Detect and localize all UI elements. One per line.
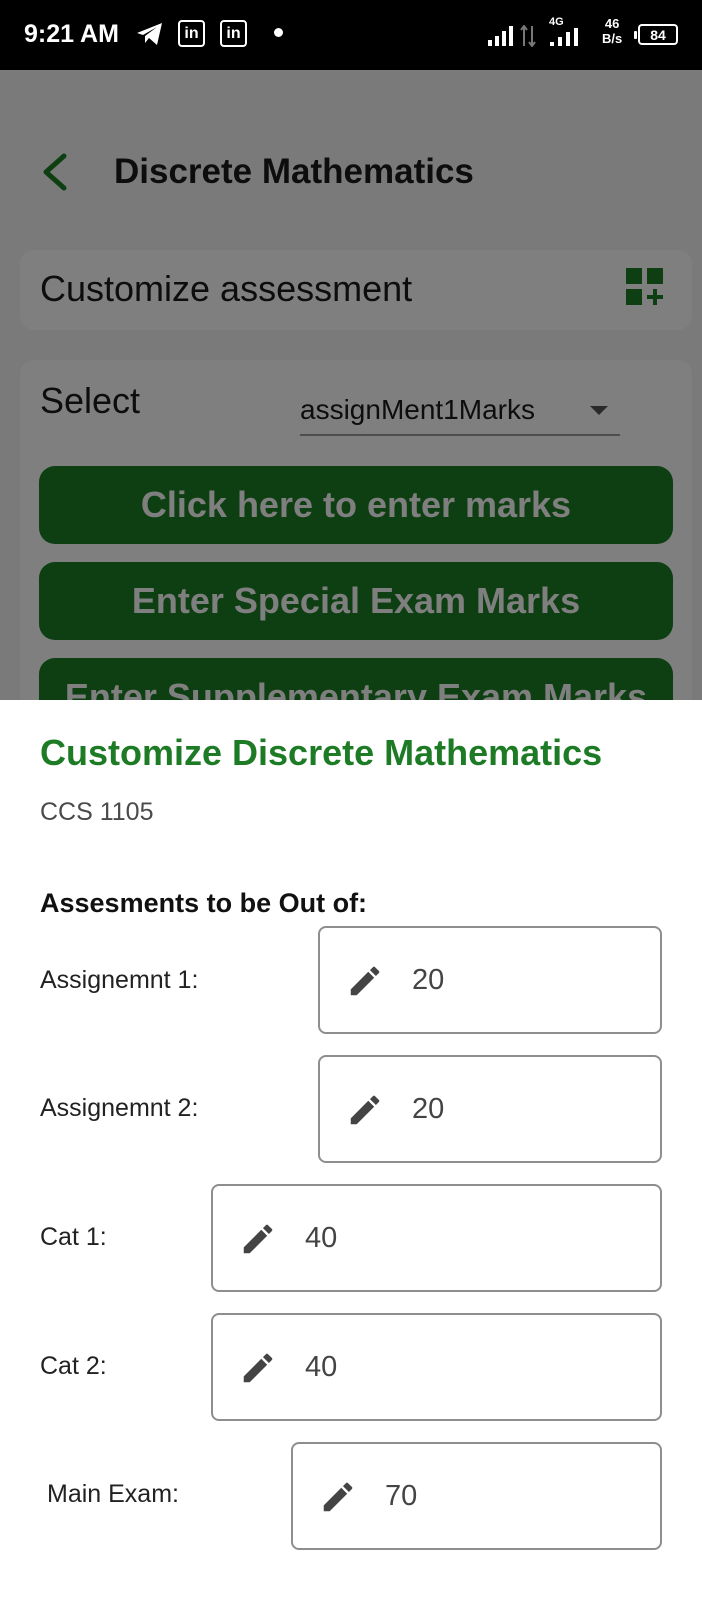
assignment-1-input[interactable]: 20: [318, 926, 662, 1034]
cat-2-label: Cat 2:: [40, 1352, 107, 1380]
data-arrows-icon: [520, 25, 536, 47]
assignment-2-value: 20: [412, 1093, 445, 1125]
cat-1-input[interactable]: 40: [211, 1184, 662, 1292]
cat-2-input[interactable]: 40: [211, 1313, 662, 1421]
course-code: CCS 1105: [40, 798, 154, 826]
network-type-label: 4G: [549, 16, 564, 28]
customize-bottom-sheet: Customize Discrete Mathematics CCS 1105 …: [0, 700, 702, 1600]
pencil-icon: [243, 1353, 273, 1383]
signal-icon: [488, 26, 513, 46]
cat-1-label: Cat 1:: [40, 1223, 107, 1251]
assignment-2-label: Assignemnt 2:: [40, 1094, 199, 1122]
network-speed: 46 B/s: [602, 16, 623, 46]
status-time: 9:21 AM: [24, 20, 119, 48]
assessments-heading: Assesments to be Out of:: [40, 888, 368, 918]
pencil-icon: [350, 1095, 380, 1125]
assignment-1-value: 20: [412, 964, 445, 996]
main-exam-value: 70: [385, 1480, 418, 1512]
pencil-icon: [243, 1224, 273, 1254]
signal-icon: [550, 28, 578, 46]
main-exam-input[interactable]: 70: [291, 1442, 662, 1550]
status-bar: 9:21 AM in in 4G 46 B/s 84: [0, 0, 702, 70]
pencil-icon: [350, 966, 380, 996]
notification-dot-icon: [274, 28, 283, 37]
telegram-icon: [137, 23, 162, 45]
assignment-2-input[interactable]: 20: [318, 1055, 662, 1163]
main-exam-label: Main Exam:: [47, 1480, 179, 1508]
linkedin-icon: in: [178, 20, 205, 47]
sheet-title: Customize Discrete Mathematics: [40, 732, 603, 773]
battery-icon: 84: [634, 24, 678, 45]
assignment-1-label: Assignemnt 1:: [40, 966, 199, 994]
cat-1-value: 40: [305, 1222, 338, 1254]
cat-2-value: 40: [305, 1351, 338, 1383]
pencil-icon: [323, 1482, 353, 1512]
dim-overlay[interactable]: [0, 70, 702, 700]
linkedin-icon: in: [220, 20, 247, 47]
